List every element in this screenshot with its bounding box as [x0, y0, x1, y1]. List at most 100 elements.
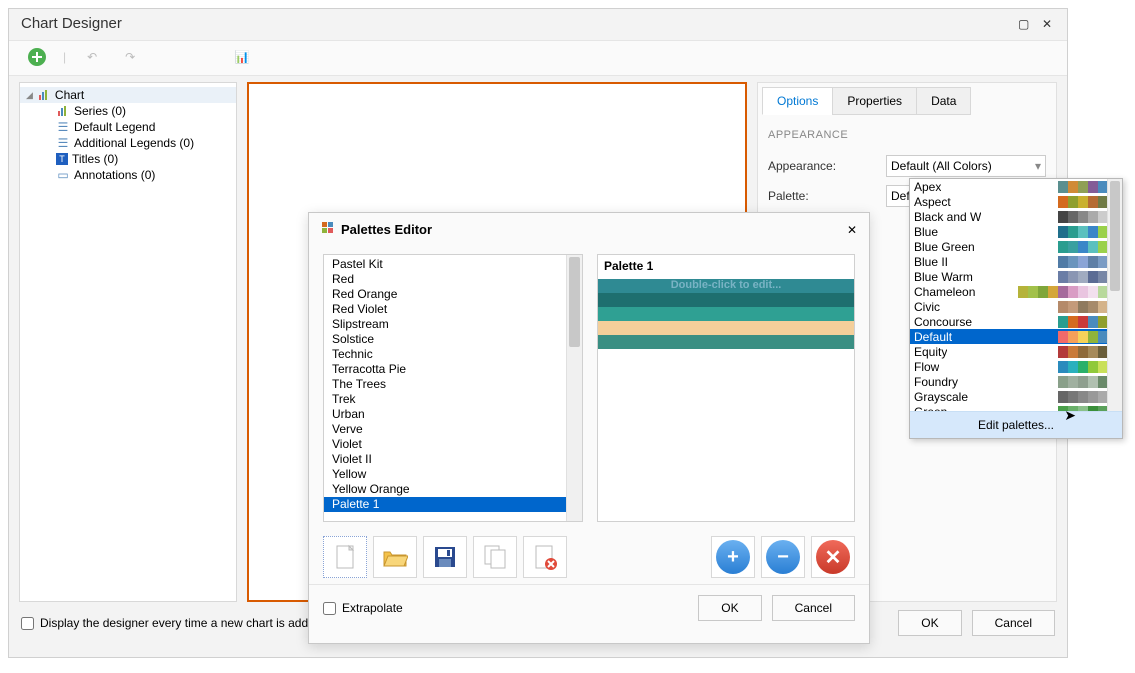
- preview-title: Palette 1: [598, 259, 854, 279]
- chevron-down-icon: ▾: [1035, 159, 1041, 173]
- palette-option[interactable]: Default: [910, 329, 1122, 344]
- edit-palettes-button[interactable]: Edit palettes... ➤: [910, 411, 1122, 438]
- cursor-icon: ➤: [1064, 407, 1076, 424]
- ok-button[interactable]: OK: [698, 595, 761, 621]
- palette-icon: [321, 221, 335, 238]
- scroll-thumb[interactable]: [1110, 181, 1120, 291]
- expand-icon[interactable]: ◢: [26, 90, 33, 101]
- color-row[interactable]: [598, 293, 854, 307]
- redo-button[interactable]: ↷: [118, 45, 142, 69]
- window-title: Chart Designer: [21, 15, 122, 32]
- list-item[interactable]: Red Orange: [324, 287, 582, 302]
- color-row[interactable]: [598, 335, 854, 349]
- palette-popup: ApexAspectBlack and WBlueBlue GreenBlue …: [909, 178, 1123, 439]
- new-palette-button[interactable]: [323, 536, 367, 578]
- palette-option[interactable]: Green: [910, 404, 1122, 411]
- list-item[interactable]: Red Violet: [324, 302, 582, 317]
- palette-option[interactable]: Grayscale: [910, 389, 1122, 404]
- undo-button[interactable]: ↶: [80, 45, 104, 69]
- list-item[interactable]: Violet: [324, 437, 582, 452]
- palette-option[interactable]: Concourse: [910, 314, 1122, 329]
- structure-tree[interactable]: ◢ Chart Series (0) ☰Default Legend ☰Addi…: [19, 82, 237, 602]
- list-item[interactable]: Red: [324, 272, 582, 287]
- appearance-dropdown[interactable]: Default (All Colors)▾: [886, 155, 1046, 177]
- tree-item-legend[interactable]: ☰Default Legend: [50, 119, 236, 135]
- titlebar: Chart Designer ▢ ✕: [9, 9, 1067, 40]
- chart-icon: [37, 88, 51, 102]
- chart-type-button[interactable]: 📊: [230, 45, 254, 69]
- close-icon[interactable]: ✕: [1037, 17, 1057, 31]
- legend-icon: ☰: [56, 136, 70, 150]
- color-row[interactable]: [598, 307, 854, 321]
- tree-root[interactable]: ◢ Chart: [20, 87, 236, 103]
- palettes-editor-window: Palettes Editor ✕ Pastel KitRedRed Orang…: [308, 212, 870, 644]
- dialog-title: Palettes Editor: [341, 222, 432, 237]
- extrapolate-checkbox[interactable]: Extrapolate: [323, 601, 403, 615]
- title-icon: T: [56, 153, 68, 165]
- tab-options[interactable]: Options: [762, 87, 833, 115]
- tab-properties[interactable]: Properties: [832, 87, 917, 115]
- list-item[interactable]: Solstice: [324, 332, 582, 347]
- tree-item-series[interactable]: Series (0): [50, 103, 236, 119]
- palette-option[interactable]: Equity: [910, 344, 1122, 359]
- palette-option[interactable]: Aspect: [910, 194, 1122, 209]
- palette-option[interactable]: Blue II: [910, 254, 1122, 269]
- palette-option[interactable]: Chameleon: [910, 284, 1122, 299]
- list-item[interactable]: The Trees: [324, 377, 582, 392]
- color-row[interactable]: [598, 321, 854, 335]
- save-palette-button[interactable]: [423, 536, 467, 578]
- palette-option[interactable]: Apex: [910, 179, 1122, 194]
- list-item[interactable]: Pastel Kit: [324, 257, 582, 272]
- delete-palette-button[interactable]: [523, 536, 567, 578]
- palette-list[interactable]: ApexAspectBlack and WBlueBlue GreenBlue …: [910, 179, 1122, 411]
- section-header: APPEARANCE: [768, 129, 1046, 141]
- palette-option[interactable]: Blue Warm: [910, 269, 1122, 284]
- list-item[interactable]: Trek: [324, 392, 582, 407]
- scrollbar[interactable]: [1107, 179, 1122, 411]
- add-button[interactable]: [25, 45, 49, 69]
- maximize-icon[interactable]: ▢: [1014, 17, 1034, 31]
- checkbox-input[interactable]: [323, 602, 336, 615]
- ok-button[interactable]: OK: [898, 610, 961, 636]
- palette-option[interactable]: Flow: [910, 359, 1122, 374]
- add-color-button[interactable]: +: [711, 536, 755, 578]
- list-item[interactable]: Urban: [324, 407, 582, 422]
- tree-label: Chart: [55, 88, 84, 102]
- annotation-icon: ▭: [56, 168, 70, 182]
- list-item[interactable]: Yellow: [324, 467, 582, 482]
- series-icon: [56, 104, 70, 118]
- copy-palette-button[interactable]: [473, 536, 517, 578]
- palette-name-list[interactable]: Pastel KitRedRed OrangeRed VioletSlipstr…: [323, 254, 583, 522]
- legend-icon: ☰: [56, 120, 70, 134]
- palette-option[interactable]: Civic: [910, 299, 1122, 314]
- palette-option[interactable]: Blue: [910, 224, 1122, 239]
- checkbox-input[interactable]: [21, 617, 34, 630]
- delete-color-button[interactable]: ✕: [811, 536, 855, 578]
- list-item[interactable]: Verve: [324, 422, 582, 437]
- palette-label: Palette:: [768, 189, 878, 203]
- list-item[interactable]: Terracotta Pie: [324, 362, 582, 377]
- color-row[interactable]: Double-click to edit...: [598, 279, 854, 293]
- list-item[interactable]: Technic: [324, 347, 582, 362]
- list-item[interactable]: Yellow Orange: [324, 482, 582, 497]
- cancel-button[interactable]: Cancel: [972, 610, 1055, 636]
- palette-option[interactable]: Blue Green: [910, 239, 1122, 254]
- list-item[interactable]: Palette 1: [324, 497, 582, 512]
- close-icon[interactable]: ✕: [847, 223, 857, 237]
- open-palette-button[interactable]: [373, 536, 417, 578]
- display-designer-checkbox[interactable]: Display the designer every time a new ch…: [21, 616, 321, 630]
- cancel-button[interactable]: Cancel: [772, 595, 855, 621]
- tree-item-addlegends[interactable]: ☰Additional Legends (0): [50, 135, 236, 151]
- scrollbar[interactable]: [566, 255, 582, 521]
- scroll-thumb[interactable]: [569, 257, 580, 347]
- remove-color-button[interactable]: −: [761, 536, 805, 578]
- list-item[interactable]: Slipstream: [324, 317, 582, 332]
- list-item[interactable]: Violet II: [324, 452, 582, 467]
- tab-data[interactable]: Data: [916, 87, 971, 115]
- palette-option[interactable]: Foundry: [910, 374, 1122, 389]
- palette-option[interactable]: Black and W: [910, 209, 1122, 224]
- appearance-label: Appearance:: [768, 159, 878, 173]
- tree-item-annotations[interactable]: ▭Annotations (0): [50, 167, 236, 183]
- tree-item-titles[interactable]: TTitles (0): [50, 151, 236, 167]
- palette-preview: Palette 1 Double-click to edit...: [597, 254, 855, 522]
